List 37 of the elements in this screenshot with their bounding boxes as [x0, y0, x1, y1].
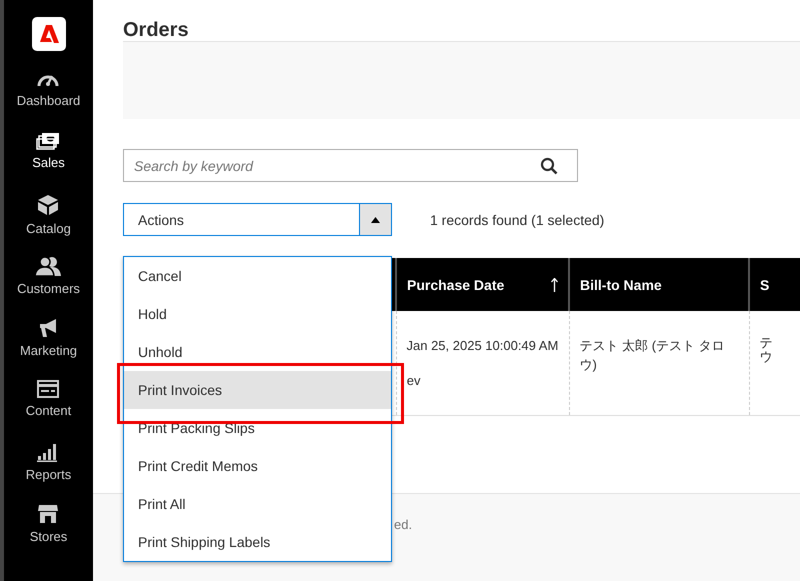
bar-chart-icon: [37, 442, 60, 462]
menu-option[interactable]: Print All: [124, 485, 391, 523]
sidebar-item[interactable]: Content: [16, 374, 80, 436]
page-title: Orders: [122, 18, 190, 41]
sidebar-item[interactable]: Marketing: [16, 312, 80, 374]
panel-icon: [37, 380, 60, 398]
menu-option[interactable]: Print Shipping Labels: [124, 523, 391, 561]
column-header[interactable]: S: [749, 258, 800, 311]
sidebar-item[interactable]: Reports: [16, 436, 80, 498]
records-count: 1 records found (1 selected): [430, 212, 604, 228]
menu-option[interactable]: Cancel: [124, 257, 391, 295]
sidebar-item[interactable]: Stores: [16, 498, 80, 560]
table-cell: テスト 太郎 (テスト タロウ): [580, 338, 725, 372]
table-cell: Jan 25, 2025 10:00:49 AM: [406, 338, 558, 353]
sort-arrow-icon: [551, 278, 558, 292]
sidebar-item[interactable]: Customers: [16, 250, 80, 312]
sidebar-item[interactable]: Catalog: [16, 188, 80, 250]
footer-text: ed.: [394, 517, 412, 532]
menu-option[interactable]: Print Invoices: [124, 371, 391, 409]
column-header[interactable]: Bill-to Name: [569, 258, 749, 311]
search-field[interactable]: Search by keyword: [123, 149, 578, 182]
storefront-icon: [37, 504, 60, 524]
table-cell: テウ: [760, 336, 772, 365]
logo-icon[interactable]: [32, 17, 66, 51]
menu-option[interactable]: Print Credit Memos: [124, 447, 391, 485]
banknotes-icon: [36, 132, 60, 150]
sidebar-item[interactable]: Dashboard: [16, 64, 80, 126]
column-header[interactable]: Purchase Date: [396, 258, 569, 311]
search-icon[interactable]: [540, 157, 558, 175]
menu-option[interactable]: Hold: [124, 295, 391, 333]
menu-option[interactable]: Unhold: [124, 333, 391, 371]
table-cell: ev: [406, 373, 420, 388]
actions-dropdown[interactable]: Actions: [123, 203, 392, 236]
megaphone-icon: [38, 318, 58, 338]
sidebar-item[interactable]: Sales: [16, 126, 80, 188]
box-icon: [37, 194, 60, 216]
people-icon: [35, 256, 62, 276]
